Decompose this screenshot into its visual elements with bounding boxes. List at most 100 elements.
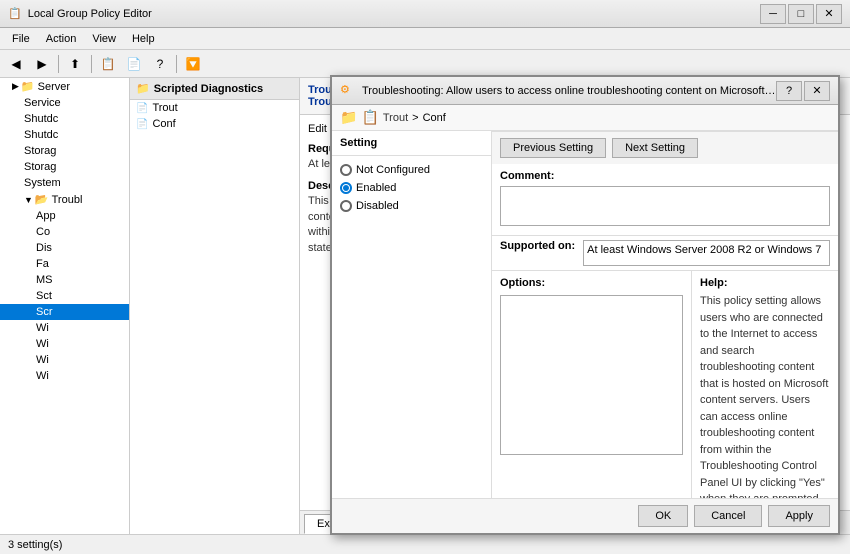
tree-item-system[interactable]: System [0, 175, 129, 191]
list-header: 📁 Scripted Diagnostics [130, 78, 299, 100]
dialog-left-panel: Setting Not Configured Enabled Disabled [332, 131, 492, 498]
toolbar-separator-2 [91, 55, 92, 73]
breadcrumb-text: Trout [383, 112, 408, 124]
help-text-1: This policy setting allows users who are… [700, 293, 830, 498]
tree-item-wi4[interactable]: Wi [0, 368, 129, 384]
options-section: Options: [492, 271, 692, 498]
tree-item-server[interactable]: ▶ 📁 Server [0, 78, 129, 95]
back-button[interactable]: ◀ [4, 53, 28, 75]
help-label: Help: [700, 277, 830, 289]
doc-conf-icon: 📄 [136, 119, 148, 130]
radio-disabled[interactable]: Disabled [340, 200, 483, 212]
tree-item-wi1[interactable]: Wi [0, 320, 129, 336]
supported-text: At least Windows Server 2008 R2 or Windo… [583, 240, 830, 266]
dialog-title-icon: ⚙ [340, 83, 356, 99]
tree-item-wi3[interactable]: Wi [0, 352, 129, 368]
tree-item-service[interactable]: Service [0, 95, 129, 111]
close-button[interactable]: ✕ [816, 4, 842, 24]
options-label: Options: [500, 277, 683, 289]
list-item-conf[interactable]: 📄 Conf [130, 116, 299, 132]
window-controls: ─ □ ✕ [760, 4, 842, 24]
tree-item-co[interactable]: Co [0, 224, 129, 240]
folder-header-icon: 📁 [136, 82, 150, 95]
radio-group: Not Configured Enabled Disabled [332, 156, 491, 226]
tree-item-troubl[interactable]: ▼ 📂 Troubl [0, 191, 129, 208]
breadcrumb-sep: > [412, 112, 418, 124]
options-help-row: Options: Help: This policy setting allow… [492, 271, 838, 498]
status-text: 3 setting(s) [8, 539, 62, 551]
arrow-server: ▶ [12, 81, 19, 92]
toolbar-separator-3 [176, 55, 177, 73]
radio-circle-not-configured [340, 164, 352, 176]
radio-label-disabled: Disabled [356, 200, 399, 212]
radio-label-enabled: Enabled [356, 182, 396, 194]
toolbar: ◀ ▶ ⬆ 📋 📄 ? 🔽 [0, 50, 850, 78]
app-title-bar: 📋 Local Group Policy Editor ─ □ ✕ [0, 0, 850, 28]
tree-item-shutdc1[interactable]: Shutdc [0, 111, 129, 127]
comment-label: Comment: [500, 170, 830, 182]
maximize-button[interactable]: □ [788, 4, 814, 24]
dialog-nav: Previous Setting Next Setting [492, 131, 838, 164]
app-icon: 📋 [8, 7, 22, 20]
radio-enabled[interactable]: Enabled [340, 182, 483, 194]
doc-trout-icon: 📄 [136, 103, 148, 114]
filter-button[interactable]: 🔽 [181, 53, 205, 75]
dialog-setting-label: Setting [332, 131, 491, 156]
dialog-content: Setting Not Configured Enabled Disabled [332, 131, 838, 498]
list-item-trout[interactable]: 📄 Trout [130, 100, 299, 116]
toolbar-separator-1 [58, 55, 59, 73]
minimize-button[interactable]: ─ [760, 4, 786, 24]
tree-item-dis[interactable]: Dis [0, 240, 129, 256]
up-button[interactable]: ⬆ [63, 53, 87, 75]
show-hide-button[interactable]: 📋 [96, 53, 120, 75]
supported-section: Supported on: At least Windows Server 20… [492, 236, 838, 271]
supported-label: Supported on: [500, 240, 575, 252]
list-panel: 📁 Scripted Diagnostics 📄 Trout 📄 Conf [130, 78, 300, 534]
previous-setting-button[interactable]: Previous Setting [500, 138, 606, 158]
folder-server-icon: 📁 [21, 80, 35, 93]
folder-troubl-icon: 📂 [35, 193, 49, 206]
ok-button[interactable]: OK [638, 505, 688, 527]
tree-panel: ▶ 📁 Server Service Shutdc Shutdc Storag … [0, 78, 130, 534]
tree-item-wi2[interactable]: Wi [0, 336, 129, 352]
comment-textarea[interactable] [500, 186, 830, 226]
menu-bar: File Action View Help [0, 28, 850, 50]
tree-item-scr[interactable]: Scr [0, 304, 129, 320]
radio-not-configured[interactable]: Not Configured [340, 164, 483, 176]
list-header-label: Scripted Diagnostics [154, 83, 263, 95]
app-title: Local Group Policy Editor [28, 8, 760, 20]
dialog-controls: ? ✕ [776, 81, 830, 101]
tree-item-ms[interactable]: MS [0, 272, 129, 288]
options-box [500, 295, 683, 455]
menu-action[interactable]: Action [38, 31, 85, 47]
menu-help[interactable]: Help [124, 31, 163, 47]
next-setting-button[interactable]: Next Setting [612, 138, 698, 158]
tree-item-storag1[interactable]: Storag [0, 143, 129, 159]
forward-button[interactable]: ▶ [30, 53, 54, 75]
tree-item-sct[interactable]: Sct [0, 288, 129, 304]
radio-circle-disabled [340, 200, 352, 212]
apply-button[interactable]: Apply [768, 505, 830, 527]
dialog-title-bar: ⚙ Troubleshooting: Allow users to access… [332, 77, 838, 105]
policy-edit-label: Edit [308, 123, 327, 135]
properties-button[interactable]: 📄 [122, 53, 146, 75]
cancel-button[interactable]: Cancel [694, 505, 762, 527]
menu-view[interactable]: View [84, 31, 124, 47]
status-bar: 3 setting(s) [0, 534, 850, 554]
help-button[interactable]: ? [148, 53, 172, 75]
breadcrumb-icon: 📁 [340, 109, 357, 126]
radio-label-not-configured: Not Configured [356, 164, 430, 176]
dialog-help-button[interactable]: ? [776, 81, 802, 101]
tree-item-app[interactable]: App [0, 208, 129, 224]
comment-section: Comment: [492, 164, 838, 236]
breadcrumb-conf: Conf [423, 112, 446, 124]
arrow-troubl: ▼ [24, 195, 33, 205]
dialog-close-button[interactable]: ✕ [804, 81, 830, 101]
tree-item-storag2[interactable]: Storag [0, 159, 129, 175]
tree-item-fa[interactable]: Fa [0, 256, 129, 272]
breadcrumb-icon2: 📋 [361, 109, 378, 126]
menu-file[interactable]: File [4, 31, 38, 47]
dialog-title-text: Troubleshooting: Allow users to access o… [362, 85, 776, 97]
tree-item-shutdc2[interactable]: Shutdc [0, 127, 129, 143]
settings-dialog: ⚙ Troubleshooting: Allow users to access… [330, 75, 840, 535]
